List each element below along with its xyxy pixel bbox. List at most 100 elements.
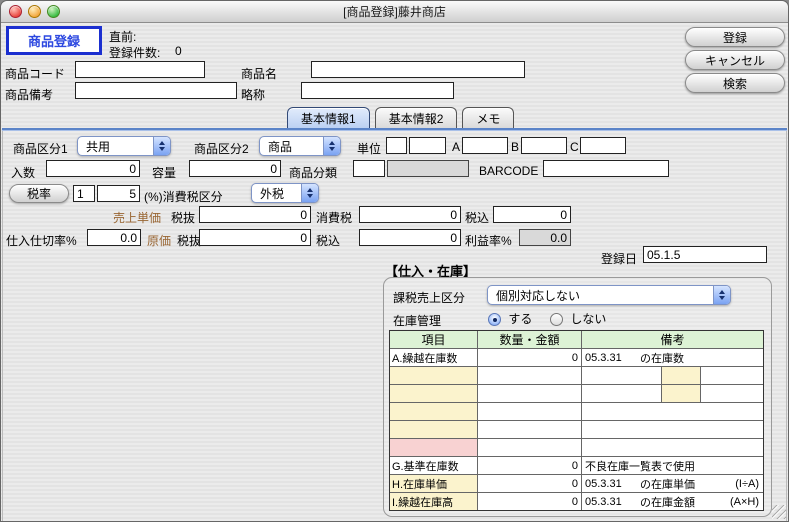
value-cell[interactable] (478, 439, 582, 456)
note-subcell[interactable] (582, 385, 661, 402)
classification-label: 商品分類 (289, 164, 337, 181)
item-cell[interactable] (390, 421, 478, 438)
table-row: A.繰越在庫数005.3.31の在庫数 (390, 348, 763, 366)
title-bar[interactable]: [商品登録]藤井商店 (1, 1, 788, 23)
stock-table-header-cell: 数量・金額 (478, 331, 582, 348)
cancel-button[interactable]: キャンセル (685, 50, 785, 70)
field-c-input[interactable] (580, 137, 626, 154)
purchase-rate-label: 仕入仕切率% (6, 232, 77, 249)
field-c-label: C (570, 140, 579, 154)
value-cell[interactable]: 0 (478, 349, 582, 366)
note-cell[interactable]: 05.3.31の在庫単価(I÷A) (582, 475, 763, 492)
tab-memo[interactable]: メモ (462, 107, 514, 129)
search-button[interactable]: 検索 (685, 73, 785, 93)
cost-tax-excluded-input[interactable] (199, 229, 311, 246)
note-text: 不良在庫一覧表で使用 (582, 458, 695, 474)
note-subcell[interactable] (701, 367, 763, 384)
close-button-icon[interactable] (9, 5, 22, 18)
value-cell[interactable] (478, 403, 582, 420)
unit-input-1[interactable] (386, 137, 407, 154)
note-cell[interactable]: 05.3.31の在庫金額(A×H) (582, 493, 763, 510)
note-cell[interactable] (582, 367, 763, 384)
category2-popup[interactable]: 商品 (259, 136, 341, 156)
inventory-radio-off[interactable]: しない (550, 310, 606, 327)
note-cell[interactable] (582, 403, 763, 420)
zoom-button-icon[interactable] (47, 5, 60, 18)
table-row (390, 420, 763, 438)
note-cell[interactable] (582, 439, 763, 456)
note-subcell[interactable] (582, 367, 661, 384)
registration-date-input[interactable] (643, 246, 767, 263)
product-name-input[interactable] (311, 61, 525, 78)
item-cell[interactable]: A.繰越在庫数 (390, 349, 478, 366)
resize-grip[interactable] (772, 505, 786, 519)
table-row: H.在庫単価005.3.31の在庫単価(I÷A) (390, 474, 763, 492)
item-cell[interactable] (390, 385, 478, 402)
quantity-input[interactable] (46, 160, 140, 177)
item-cell[interactable] (390, 403, 478, 420)
mode-badge: 商品登録 (6, 26, 102, 55)
radio-off-icon[interactable] (550, 313, 563, 326)
unit-label: 単位 (357, 140, 381, 157)
sales-tax-included-input[interactable] (493, 206, 571, 223)
unit-input-2[interactable] (409, 137, 446, 154)
inventory-radio-on[interactable]: する (488, 310, 532, 327)
note-cell[interactable] (582, 385, 763, 402)
note-text: の在庫数 (640, 350, 684, 366)
taxable-sales-popup[interactable]: 個別対応しない (487, 285, 731, 305)
category2-label: 商品区分2 (194, 140, 249, 157)
tax-rate-value-input[interactable] (97, 185, 140, 202)
stock-table-header-cell: 備考 (582, 331, 763, 348)
item-cell[interactable] (390, 367, 478, 384)
barcode-label: BARCODE (479, 164, 538, 178)
item-cell[interactable] (390, 439, 478, 456)
cost-tax-included-input[interactable] (359, 229, 461, 246)
register-button[interactable]: 登録 (685, 27, 785, 47)
consumption-tax-type-label: (%)消費税区分 (144, 188, 223, 205)
tab-basic-info-1[interactable]: 基本情報1 (287, 107, 370, 129)
value-cell[interactable]: 0 (478, 493, 582, 510)
minimize-button-icon[interactable] (28, 5, 41, 18)
item-cell[interactable]: I.繰越在庫高 (390, 493, 478, 510)
radio-on-icon[interactable] (488, 313, 501, 326)
note-subcell[interactable] (661, 367, 701, 384)
short-name-input[interactable] (301, 82, 454, 99)
capacity-input[interactable] (189, 160, 281, 177)
popup-stepper-icon (153, 137, 170, 155)
consumption-tax-input[interactable] (359, 206, 461, 223)
value-cell[interactable]: 0 (478, 475, 582, 492)
short-name-label: 略称 (241, 86, 265, 103)
note-subcell[interactable] (661, 385, 701, 402)
note-subcell[interactable] (701, 385, 763, 402)
sales-tax-excluded-input[interactable] (199, 206, 311, 223)
value-cell[interactable] (478, 385, 582, 402)
value-cell[interactable] (478, 367, 582, 384)
product-code-input[interactable] (75, 61, 205, 78)
item-cell[interactable]: H.在庫単価 (390, 475, 478, 492)
note-cell[interactable]: 05.3.31の在庫数 (582, 349, 763, 366)
note-formula: (A×H) (730, 496, 763, 508)
tax-rate-index-input[interactable] (73, 185, 95, 202)
note-date: 05.3.31 (582, 496, 640, 508)
note-cell[interactable] (582, 421, 763, 438)
product-memo-input[interactable] (75, 82, 237, 99)
note-cell[interactable]: 不良在庫一覧表で使用 (582, 457, 763, 474)
tax-rate-button[interactable]: 税率 (9, 184, 69, 203)
table-row (390, 438, 763, 456)
consumption-tax-type-popup[interactable]: 外税 (251, 183, 319, 203)
classification-code-input[interactable] (353, 160, 385, 177)
tab-basic-info-2[interactable]: 基本情報2 (375, 107, 458, 129)
tax-excluded-label: 税抜 (171, 209, 195, 226)
category1-popup[interactable]: 共用 (77, 136, 171, 156)
value-cell[interactable] (478, 421, 582, 438)
barcode-input[interactable] (543, 160, 669, 177)
purchase-rate-input[interactable] (87, 229, 141, 246)
value-cell[interactable]: 0 (478, 457, 582, 474)
tab-bar: 基本情報1 基本情報2 メモ (287, 106, 514, 129)
product-memo-label: 商品備考 (5, 86, 53, 103)
radio-off-label: しない (570, 312, 606, 326)
note-formula: (I÷A) (735, 478, 763, 490)
field-b-input[interactable] (521, 137, 567, 154)
item-cell[interactable]: G.基準在庫数 (390, 457, 478, 474)
field-a-input[interactable] (462, 137, 508, 154)
